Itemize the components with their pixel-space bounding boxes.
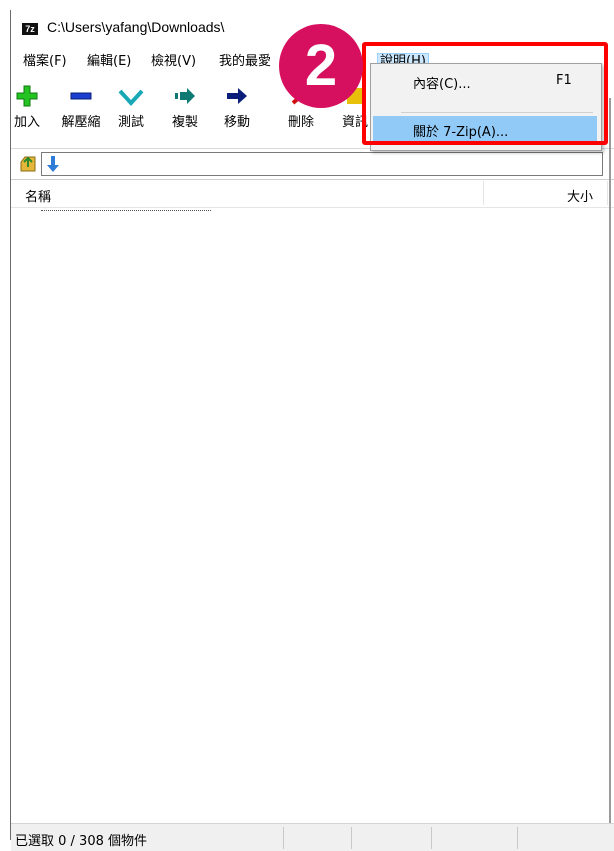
focus-rectangle bbox=[41, 210, 211, 211]
menu-view[interactable]: 檢視(V) bbox=[149, 53, 198, 71]
column-name-header[interactable]: 名稱 bbox=[25, 186, 51, 205]
move-button[interactable]: 移動 bbox=[215, 79, 259, 139]
test-button[interactable]: 測試 bbox=[109, 79, 153, 139]
folder-up-icon[interactable] bbox=[19, 153, 37, 173]
status-divider bbox=[283, 827, 284, 849]
column-size-header[interactable]: 大小 bbox=[567, 186, 593, 205]
window-title: C:\Users\yafang\Downloads\ bbox=[47, 19, 225, 35]
status-divider bbox=[351, 827, 352, 849]
test-label: 測試 bbox=[117, 115, 144, 130]
extract-label: 解壓縮 bbox=[61, 115, 101, 130]
column-divider[interactable] bbox=[483, 181, 484, 205]
address-bar bbox=[11, 148, 614, 180]
extract-icon bbox=[70, 92, 92, 100]
add-button[interactable]: 加入 bbox=[5, 79, 49, 139]
address-input[interactable] bbox=[41, 152, 603, 176]
copy-label: 複製 bbox=[171, 115, 198, 130]
move-icon bbox=[227, 88, 247, 104]
menu-file[interactable]: 檔案(F) bbox=[21, 53, 69, 71]
list-header: 名稱 大小 bbox=[11, 179, 614, 208]
status-divider bbox=[431, 827, 432, 849]
app-icon: 7z bbox=[22, 23, 38, 35]
highlight-box bbox=[362, 42, 608, 145]
copy-icon bbox=[175, 88, 195, 104]
test-icon bbox=[118, 89, 144, 106]
menu-favorites[interactable]: 我的最愛 bbox=[217, 53, 273, 71]
copy-button[interactable]: 複製 bbox=[163, 79, 207, 139]
status-divider bbox=[517, 827, 518, 849]
scrollbar-edge[interactable] bbox=[609, 98, 611, 823]
menu-edit[interactable]: 編輯(E) bbox=[85, 53, 133, 71]
arrow-down-icon bbox=[47, 156, 59, 172]
move-label: 移動 bbox=[223, 115, 250, 130]
add-icon bbox=[16, 85, 38, 107]
step-badge: 2 bbox=[279, 24, 363, 108]
extract-button[interactable]: 解壓縮 bbox=[59, 79, 103, 139]
status-bar: 已選取 0 / 308 個物件 bbox=[11, 823, 614, 851]
column-divider[interactable] bbox=[607, 181, 608, 205]
add-label: 加入 bbox=[13, 115, 40, 130]
delete-label: 刪除 bbox=[287, 115, 314, 130]
